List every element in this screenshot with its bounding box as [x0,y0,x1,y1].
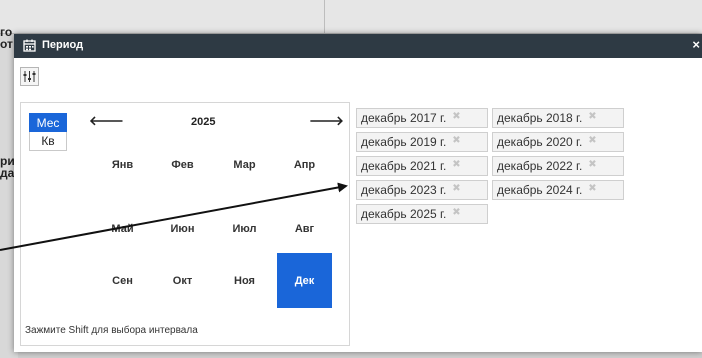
period-tag-label: декабрь 2018 г. [497,111,583,125]
close-icon[interactable]: × [692,37,700,52]
month-cell[interactable]: Сен [95,253,150,308]
period-tag: декабрь 2020 г. ✖ [492,132,624,152]
period-tag: декабрь 2024 г. ✖ [492,180,624,200]
period-dialog: Период × Мес Кв 🡐 2025 🡒 Янв Фев Мар Апр… [14,34,702,352]
period-tag: декабрь 2021 г. ✖ [356,156,488,176]
arrow-left-icon[interactable]: 🡐 [89,113,124,129]
period-tag: декабрь 2019 г. ✖ [356,132,488,152]
month-cell[interactable]: Мар [217,137,272,192]
period-tag-label: декабрь 2025 г. [361,207,447,221]
period-tag-label: декабрь 2024 г. [497,183,583,197]
close-icon[interactable]: ✖ [452,111,460,122]
close-icon[interactable]: ✖ [588,183,596,194]
interval-hint: Зажмите Shift для выбора интервала [25,325,198,336]
dialog-title: Период [42,39,84,51]
period-tag-label: декабрь 2022 г. [497,159,583,173]
period-tag-label: декабрь 2020 г. [497,135,583,149]
month-cell[interactable]: Ноя [217,253,272,308]
period-tag: декабрь 2017 г. ✖ [356,108,488,128]
year-label: 2025 [191,116,216,128]
month-picker: Мес Кв 🡐 2025 🡒 Янв Фев Мар Апр Май Июн … [20,102,350,346]
dialog-header: Период × [14,34,702,58]
close-icon[interactable]: ✖ [588,135,596,146]
period-tag-label: декабрь 2023 г. [361,183,447,197]
month-cell[interactable]: Июн [155,201,210,256]
month-cell[interactable]: Авг [277,201,332,256]
period-tag-label: декабрь 2021 г. [361,159,447,173]
period-tag-label: декабрь 2017 г. [361,111,447,125]
close-icon[interactable]: ✖ [588,111,596,122]
arrow-right-icon[interactable]: 🡒 [309,113,344,129]
period-tag-label: декабрь 2019 г. [361,135,447,149]
background-divider [324,0,325,34]
period-tag: декабрь 2022 г. ✖ [492,156,624,176]
calendar-icon [23,39,36,52]
close-icon[interactable]: ✖ [452,183,460,194]
period-tag: декабрь 2018 г. ✖ [492,108,624,128]
mode-button-month[interactable]: Мес [29,113,67,132]
close-icon[interactable]: ✖ [588,159,596,170]
sort-filter-icon [23,71,36,82]
month-cell[interactable]: Фев [155,137,210,192]
period-tag: декабрь 2025 г. ✖ [356,204,488,224]
period-tag: декабрь 2023 г. ✖ [356,180,488,200]
mode-toggle: Мес Кв [29,113,67,151]
background-header [0,0,702,34]
month-cell[interactable]: Июл [217,201,272,256]
month-cell[interactable]: Окт [155,253,210,308]
background-text-fragment: от [0,37,13,51]
month-cell[interactable]: Апр [277,137,332,192]
month-cell-selected[interactable]: Дек [277,253,332,308]
sort-filter-button[interactable] [20,67,39,86]
mode-button-quarter[interactable]: Кв [29,132,67,151]
close-icon[interactable]: ✖ [452,159,460,170]
close-icon[interactable]: ✖ [452,135,460,146]
background-text-fragment: да [0,166,15,180]
close-icon[interactable]: ✖ [452,207,460,218]
month-cell[interactable]: Май [95,201,150,256]
month-cell[interactable]: Янв [95,137,150,192]
